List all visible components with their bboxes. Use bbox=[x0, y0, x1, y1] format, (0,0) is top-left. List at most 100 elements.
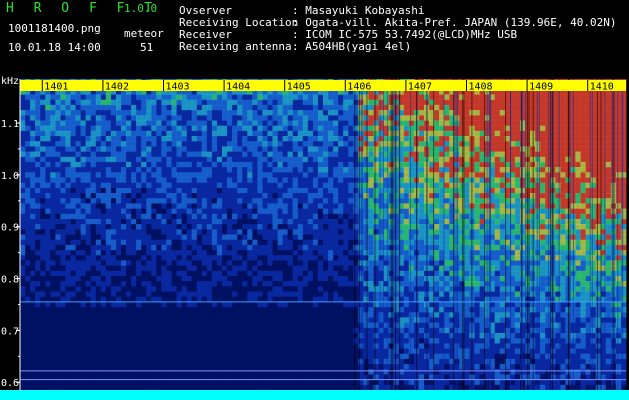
heatmap-cell bbox=[222, 94, 228, 101]
heatmap-cell bbox=[368, 219, 374, 225]
heatmap-cell bbox=[20, 239, 26, 246]
heatmap-cell bbox=[333, 338, 339, 344]
heatmap-cell bbox=[307, 136, 314, 142]
heatmap-cell bbox=[105, 120, 112, 127]
heatmap-cell bbox=[267, 120, 273, 127]
heatmap-cell bbox=[211, 99, 218, 106]
heatmap-cell bbox=[333, 141, 339, 147]
heatmap-cell bbox=[418, 120, 425, 127]
heatmap-cell bbox=[262, 301, 268, 308]
heatmap-cell bbox=[408, 307, 415, 313]
heatmap-cell bbox=[206, 104, 213, 111]
heatmap-cell bbox=[55, 322, 61, 329]
heatmap-cell bbox=[20, 255, 26, 261]
heatmap-cell bbox=[267, 110, 273, 116]
heatmap-cell bbox=[418, 358, 425, 365]
heatmap-cell bbox=[247, 239, 253, 246]
heatmap-cell bbox=[277, 182, 284, 189]
heatmap-cell bbox=[55, 156, 61, 163]
heatmap-cell bbox=[196, 317, 203, 324]
heatmap-cell bbox=[323, 244, 329, 251]
heatmap-cell bbox=[161, 130, 167, 137]
heatmap-cell bbox=[20, 203, 26, 210]
heatmap-cell bbox=[323, 229, 329, 235]
heatmap-cell bbox=[65, 161, 71, 168]
heatmap-cell bbox=[267, 312, 273, 318]
heatmap-cell bbox=[292, 281, 299, 287]
heatmap-cell bbox=[90, 244, 97, 251]
heatmap-cell bbox=[110, 198, 117, 204]
heatmap-cell bbox=[216, 291, 223, 298]
heatmap-cell bbox=[55, 115, 61, 121]
heatmap-cell bbox=[227, 343, 233, 350]
heatmap-cell bbox=[116, 260, 122, 267]
heatmap-cell bbox=[126, 307, 132, 313]
heatmap-cell bbox=[297, 151, 304, 158]
heatmap-cell bbox=[110, 291, 117, 298]
heatmap-cell bbox=[161, 343, 167, 350]
heatmap-cell bbox=[90, 379, 97, 386]
heatmap-cell bbox=[85, 369, 92, 375]
heatmap-cell bbox=[418, 182, 425, 189]
heatmap-cell bbox=[75, 379, 81, 386]
heatmap-cell bbox=[50, 234, 56, 241]
heatmap-cell bbox=[65, 333, 71, 339]
heatmap-cell bbox=[353, 327, 359, 334]
heatmap-cell bbox=[161, 369, 167, 375]
heatmap-cell bbox=[323, 260, 329, 267]
heatmap-cell bbox=[317, 260, 324, 267]
heatmap-cell bbox=[272, 250, 278, 256]
heatmap-cell bbox=[252, 136, 258, 142]
heatmap-cell bbox=[343, 333, 349, 339]
heatmap-cell bbox=[40, 364, 46, 370]
heatmap-cell bbox=[211, 110, 218, 116]
heatmap-cell bbox=[116, 110, 122, 116]
heatmap-cell bbox=[141, 317, 147, 324]
heatmap-cell bbox=[206, 130, 213, 137]
heatmap-cell bbox=[383, 110, 390, 116]
heatmap-cell bbox=[257, 130, 263, 137]
heatmap-cell bbox=[55, 193, 61, 199]
heatmap-cell bbox=[80, 104, 87, 111]
heatmap-cell bbox=[363, 327, 369, 334]
heatmap-cell bbox=[70, 94, 76, 101]
heatmap-cell bbox=[383, 208, 390, 215]
heatmap-cell bbox=[408, 270, 415, 277]
heatmap-cell bbox=[272, 208, 278, 215]
heatmap-cell bbox=[206, 234, 213, 241]
heatmap-cell bbox=[65, 151, 71, 158]
heatmap-cell bbox=[131, 364, 137, 370]
heatmap-cell bbox=[75, 167, 81, 173]
heatmap-cell bbox=[100, 234, 107, 241]
heatmap-cell bbox=[408, 224, 415, 230]
heatmap-cell bbox=[100, 224, 107, 230]
heatmap-cell bbox=[247, 265, 253, 272]
heatmap-cell bbox=[307, 110, 314, 116]
heatmap-cell bbox=[211, 146, 218, 153]
heatmap-cell bbox=[50, 307, 56, 313]
heatmap-cell bbox=[116, 270, 122, 277]
heatmap-cell bbox=[196, 193, 203, 199]
heatmap-cell bbox=[161, 260, 167, 267]
heatmap-cell bbox=[368, 244, 374, 251]
heatmap-cell bbox=[45, 99, 51, 106]
heatmap-cell bbox=[45, 348, 51, 355]
heatmap-cell bbox=[20, 110, 26, 116]
heatmap-cell bbox=[418, 270, 425, 277]
heatmap-cell bbox=[60, 120, 66, 127]
heatmap-cell bbox=[146, 120, 152, 127]
heatmap-cell bbox=[100, 193, 107, 199]
heatmap-cell bbox=[373, 281, 379, 287]
heatmap-cell bbox=[116, 146, 122, 153]
heatmap-cell bbox=[206, 229, 213, 235]
heatmap-cell bbox=[25, 239, 31, 246]
heatmap-cell bbox=[70, 213, 76, 220]
heatmap-cell bbox=[216, 229, 223, 235]
heatmap-cell bbox=[211, 317, 218, 324]
heatmap-cell bbox=[176, 161, 182, 168]
heatmap-cell bbox=[232, 125, 238, 132]
heatmap-cell bbox=[368, 239, 374, 246]
heatmap-cell bbox=[131, 291, 137, 298]
heatmap-cell bbox=[186, 120, 193, 127]
heatmap-cell bbox=[317, 343, 324, 350]
